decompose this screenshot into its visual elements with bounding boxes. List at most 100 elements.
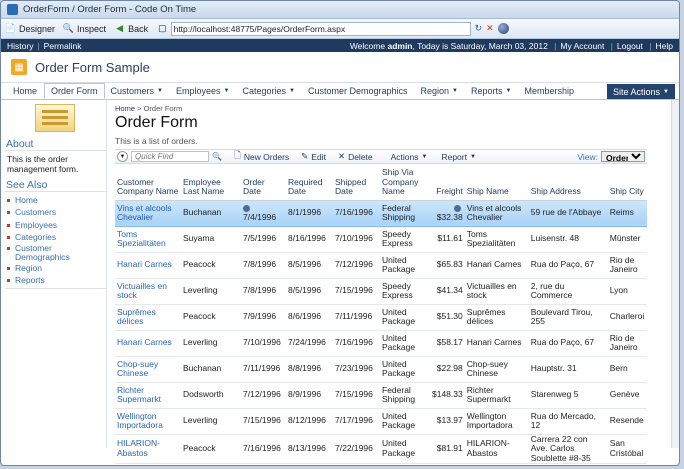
table-cell[interactable]: Wellington Importadora bbox=[115, 408, 181, 435]
table-cell[interactable]: HILARION-Abastos bbox=[115, 434, 181, 464]
cell-text: Richter Supermarkt bbox=[466, 384, 511, 404]
menu-region[interactable]: Region ▼ bbox=[415, 83, 465, 99]
page-title: Order Form bbox=[115, 114, 198, 131]
table-cell: $81.91 bbox=[430, 434, 465, 464]
see-also-customer-demographics[interactable]: Customer Demographics bbox=[7, 242, 106, 262]
cell-text: Federal Shipping bbox=[382, 384, 416, 404]
see-also-customers[interactable]: Customers bbox=[7, 206, 106, 218]
stop-icon[interactable]: ✕ bbox=[486, 23, 494, 34]
bullet-icon bbox=[7, 279, 10, 283]
table-cell: Peacock bbox=[181, 434, 241, 464]
col-ship-city[interactable]: Ship City bbox=[607, 167, 647, 201]
edit-button[interactable]: ✎ Edit bbox=[301, 151, 326, 162]
table-cell[interactable]: Toms Spezialitäten bbox=[115, 226, 181, 253]
designer-button[interactable]: 📄 Designer bbox=[5, 23, 55, 34]
table-row[interactable]: Vins et alcools Chevalier Buchanan 7/4/199… bbox=[115, 199, 647, 227]
table-cell: 7/12/1996 bbox=[241, 382, 286, 409]
help-link[interactable]: Help bbox=[656, 41, 673, 51]
menu-categories[interactable]: Categories ▼ bbox=[236, 83, 301, 99]
see-also-employees[interactable]: Employees bbox=[7, 219, 106, 231]
col-freight[interactable]: Freight bbox=[430, 167, 465, 201]
table-row[interactable]: Victuailles en stock Leverling 7/8/1996 8/5… bbox=[115, 278, 647, 305]
table-cell[interactable]: Chop-suey Chinese bbox=[115, 356, 181, 383]
row-action-arrow-icon[interactable] bbox=[453, 204, 461, 212]
history-link[interactable]: History bbox=[7, 41, 33, 51]
row-action-arrow-icon[interactable] bbox=[243, 204, 250, 212]
permalink-link[interactable]: Permalink bbox=[44, 41, 82, 51]
table-cell[interactable]: Richter Supermarkt bbox=[115, 382, 181, 409]
menu-membership[interactable]: Membership bbox=[518, 83, 581, 99]
table-row[interactable]: Wellington Importadora Leverling 7/15/1996… bbox=[115, 408, 647, 435]
col-ship-via[interactable]: Ship Via Company Name bbox=[380, 167, 430, 201]
menu-customers[interactable]: Customers ▼ bbox=[105, 83, 170, 99]
chevron-down-icon: ▼ bbox=[663, 88, 669, 95]
table-row[interactable]: Chop-suey Chinese Buchanan 7/11/1996 8/8/19… bbox=[115, 356, 647, 383]
col-order-date[interactable]: Order Date bbox=[241, 167, 286, 201]
actions-menu-button[interactable]: Actions ▼ bbox=[391, 152, 428, 162]
see-also-home[interactable]: Home bbox=[7, 194, 106, 206]
new-orders-button[interactable]: 🗋 New Orders bbox=[234, 150, 289, 164]
col-employee-last-name[interactable]: Employee Last Name bbox=[181, 167, 241, 201]
menu-employees[interactable]: Employees ▼ bbox=[170, 83, 236, 99]
cell-text: Reims bbox=[609, 207, 634, 218]
search-icon[interactable]: 🔍 bbox=[212, 152, 222, 161]
table-cell[interactable]: Suprêmes délices bbox=[115, 304, 181, 331]
table-cell[interactable]: Hanari Carnes bbox=[115, 330, 181, 357]
col-required-date[interactable]: Required Date bbox=[286, 167, 333, 201]
site-actions-button[interactable]: Site Actions ▼ bbox=[607, 84, 675, 99]
table-row[interactable]: HILARION-Abastos Peacock 7/16/1996 8/13/199… bbox=[115, 434, 647, 464]
cell-text: Leverling bbox=[183, 285, 218, 296]
cell-text: 7/8/1996 bbox=[243, 259, 277, 270]
report-menu-button[interactable]: Report ▼ bbox=[441, 152, 475, 162]
link-label: Customers bbox=[15, 207, 57, 218]
table-row[interactable]: Toms Spezialitäten Suyama 7/5/1996 8/16/199… bbox=[115, 226, 647, 253]
menu-reports[interactable]: Reports ▼ bbox=[465, 83, 518, 99]
about-text: This is the order management form. bbox=[5, 150, 106, 177]
see-also-region[interactable]: Region bbox=[7, 262, 106, 274]
col-customer-company-name[interactable]: Customer Company Name bbox=[115, 167, 181, 201]
table-cell[interactable]: Victuailles en stock bbox=[115, 278, 181, 305]
link-label: Customer Demographics bbox=[15, 242, 70, 262]
table-row[interactable]: Hanari Carnes Leverling 7/10/1996 7/24/1996… bbox=[115, 330, 647, 357]
delete-button[interactable]: ✕ Delete bbox=[338, 151, 373, 162]
cell-text: 7/10/1996 bbox=[243, 337, 281, 348]
menu-order-form[interactable]: Order Form bbox=[44, 83, 105, 99]
quick-find-input[interactable] bbox=[131, 151, 209, 162]
see-also-reports[interactable]: Reports bbox=[7, 274, 106, 286]
table-cell: 7/8/1996 bbox=[241, 252, 286, 279]
view-selector: View: Orders bbox=[577, 151, 645, 162]
table-row[interactable]: Hanari Carnes Peacock 7/8/1996 8/5/1996 7/12… bbox=[115, 252, 647, 279]
col-ship-address[interactable]: Ship Address bbox=[528, 167, 608, 201]
breadcrumb-home[interactable]: Home bbox=[115, 104, 135, 113]
col-ship-name[interactable]: Ship Name bbox=[464, 167, 529, 201]
table-cell: 7/16/1996 bbox=[333, 199, 380, 227]
user-bar: History | Permalink Welcome admin, Today i… bbox=[1, 39, 679, 52]
table-row[interactable]: Richter Supermarkt Dodsworth 7/12/1996 8/9/… bbox=[115, 382, 647, 409]
action-bar: ▼ 🔍 🗋New Orders ✎Edit ✕Delete Actions▼ R… bbox=[115, 149, 647, 164]
back-button[interactable]: ◀ Back bbox=[114, 23, 148, 34]
url-input[interactable] bbox=[170, 21, 471, 36]
chevron-down-icon[interactable]: ▼ bbox=[117, 151, 128, 162]
inspect-button[interactable]: 🔍 Inspect bbox=[63, 23, 106, 34]
page-body: About This is the order management form.… bbox=[1, 100, 679, 464]
refresh-icon[interactable]: ↻ bbox=[475, 23, 483, 34]
table-cell: Hanari Carnes bbox=[464, 330, 529, 357]
chevron-down-icon: ▼ bbox=[469, 153, 476, 160]
cell-text: 7/4/1996 bbox=[243, 212, 277, 222]
menu-customer-demographics[interactable]: Customer Demographics bbox=[302, 83, 415, 99]
my-account-link[interactable]: My Account bbox=[560, 41, 604, 51]
menu-label: Customers bbox=[110, 86, 155, 96]
cell-text: Speedy Express bbox=[382, 280, 413, 300]
table-cell: United Package bbox=[380, 304, 430, 331]
scrollbar[interactable] bbox=[671, 100, 679, 448]
see-also-categories[interactable]: Categories bbox=[7, 231, 106, 243]
logout-link[interactable]: Logout bbox=[617, 41, 643, 51]
menu-home[interactable]: Home bbox=[7, 83, 44, 99]
table-row[interactable]: Suprêmes délices Peacock 7/9/1996 8/6/1996 7… bbox=[115, 304, 647, 331]
cell-text: Hauptstr. 31 bbox=[530, 363, 577, 374]
table-cell[interactable]: Hanari Carnes bbox=[115, 252, 181, 279]
col-shipped-date[interactable]: Shipped Date bbox=[333, 167, 380, 201]
view-select[interactable]: Orders bbox=[601, 151, 645, 162]
table-cell[interactable]: Vins et alcools Chevalier bbox=[115, 199, 181, 227]
table-cell: Genève bbox=[607, 382, 647, 409]
